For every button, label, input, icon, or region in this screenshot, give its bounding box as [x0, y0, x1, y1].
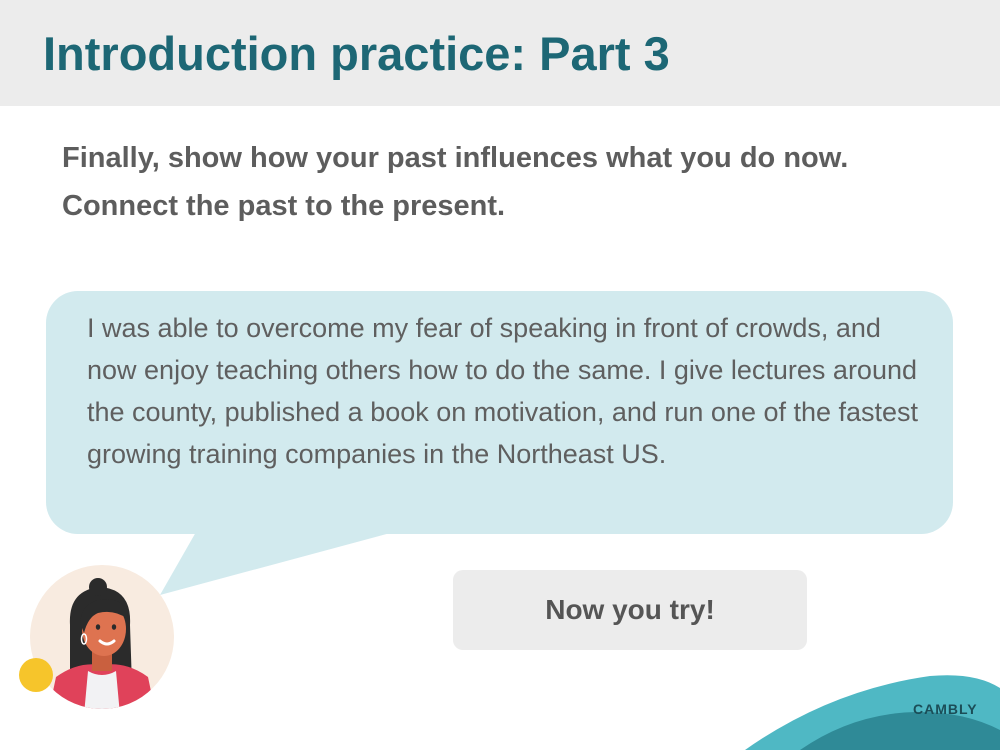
cambly-logo: CAMBLY [913, 701, 978, 717]
brand-wave-decoration [745, 675, 1000, 750]
